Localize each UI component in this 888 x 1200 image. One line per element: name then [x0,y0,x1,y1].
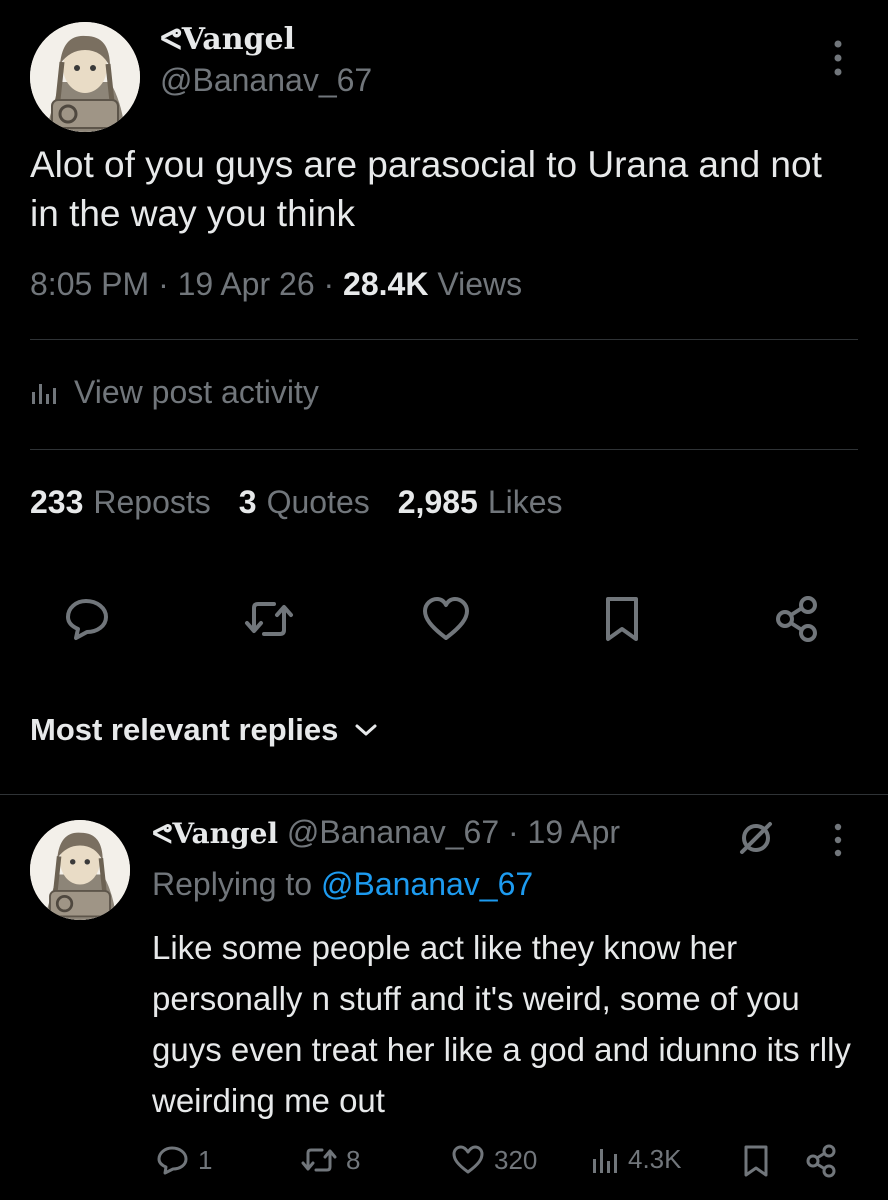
post-meta: 8:05 PM · 19 Apr 26 · 28.4K Views [30,266,523,302]
more-dots-icon[interactable] [826,38,850,78]
like-button[interactable] [420,594,472,644]
repost-button[interactable] [242,594,296,644]
engagement-stats: 233 Reposts 3 Quotes 2,985 Likes [30,484,563,521]
reply-repost-button[interactable]: 8 [300,1144,360,1176]
reply-more-dots-icon[interactable] [826,822,850,858]
reply-date[interactable]: 19 Apr [528,814,621,850]
reply-text: Like some people act like they know her … [152,929,851,1119]
replying-to-prefix: Replying to [152,866,313,902]
view-post-activity-label: View post activity [74,374,319,410]
repost-icon [300,1144,338,1176]
post-date[interactable]: 19 Apr 26 [178,266,315,302]
reply-author-handle[interactable]: @Bananav_67 [287,814,499,850]
reply-reply-count: 1 [198,1144,213,1175]
post-text: Alot of you guys are parasocial to Urana… [30,144,822,234]
likes-count: 2,985 [397,484,478,520]
share-button[interactable] [772,594,822,644]
reply-author-avatar[interactable] [30,820,130,920]
reply-bubble-icon [156,1144,190,1176]
views-label: Views [437,266,523,302]
bar-chart-icon [30,380,60,406]
grok-icon[interactable] [736,818,776,858]
reply-share-button[interactable] [804,1144,838,1178]
reply-views-button[interactable]: 4.3K [590,1144,682,1175]
reply-like-count: 320 [494,1144,538,1175]
views-count: 28.4K [343,266,429,302]
reply-author-name[interactable]: ᕙVangel [152,817,278,850]
view-post-activity[interactable]: View post activity [30,374,319,411]
replies-sort-label: Most relevant replies [30,712,339,747]
author-handle[interactable]: @Bananav_67 [160,62,372,99]
quotes-stat[interactable]: 3 Quotes [239,484,370,521]
reply-view-count: 4.3K [628,1144,682,1174]
reply-reply-button[interactable]: 1 [156,1144,212,1176]
reply-like-button[interactable]: 320 [450,1144,537,1176]
reply-bookmark-button[interactable] [740,1144,772,1178]
quotes-count: 3 [238,484,257,520]
heart-icon [450,1144,486,1176]
replies-sort-dropdown[interactable]: Most relevant replies [30,712,378,748]
chevron-down-icon [354,722,378,738]
reply-repost-count: 8 [346,1144,361,1175]
quotes-label: Quotes [266,484,370,520]
replying-to: Replying to @Bananav_67 [152,866,533,903]
reply-header: ᕙVangel @Bananav_67 · 19 Apr [152,814,621,850]
bar-chart-icon [590,1145,620,1175]
reposts-count: 233 [30,484,84,520]
author-avatar[interactable] [30,22,140,132]
likes-stat[interactable]: 2,985 Likes [398,484,563,521]
replying-to-handle[interactable]: @Bananav_67 [321,866,533,902]
author-name[interactable]: ᕙVangel [160,22,295,57]
bookmark-button[interactable] [600,594,644,644]
reply-button[interactable] [62,594,112,644]
post-time[interactable]: 8:05 PM [30,266,149,302]
likes-label: Likes [487,484,563,520]
reposts-stat[interactable]: 233 Reposts [30,484,211,521]
reposts-label: Reposts [93,484,211,520]
